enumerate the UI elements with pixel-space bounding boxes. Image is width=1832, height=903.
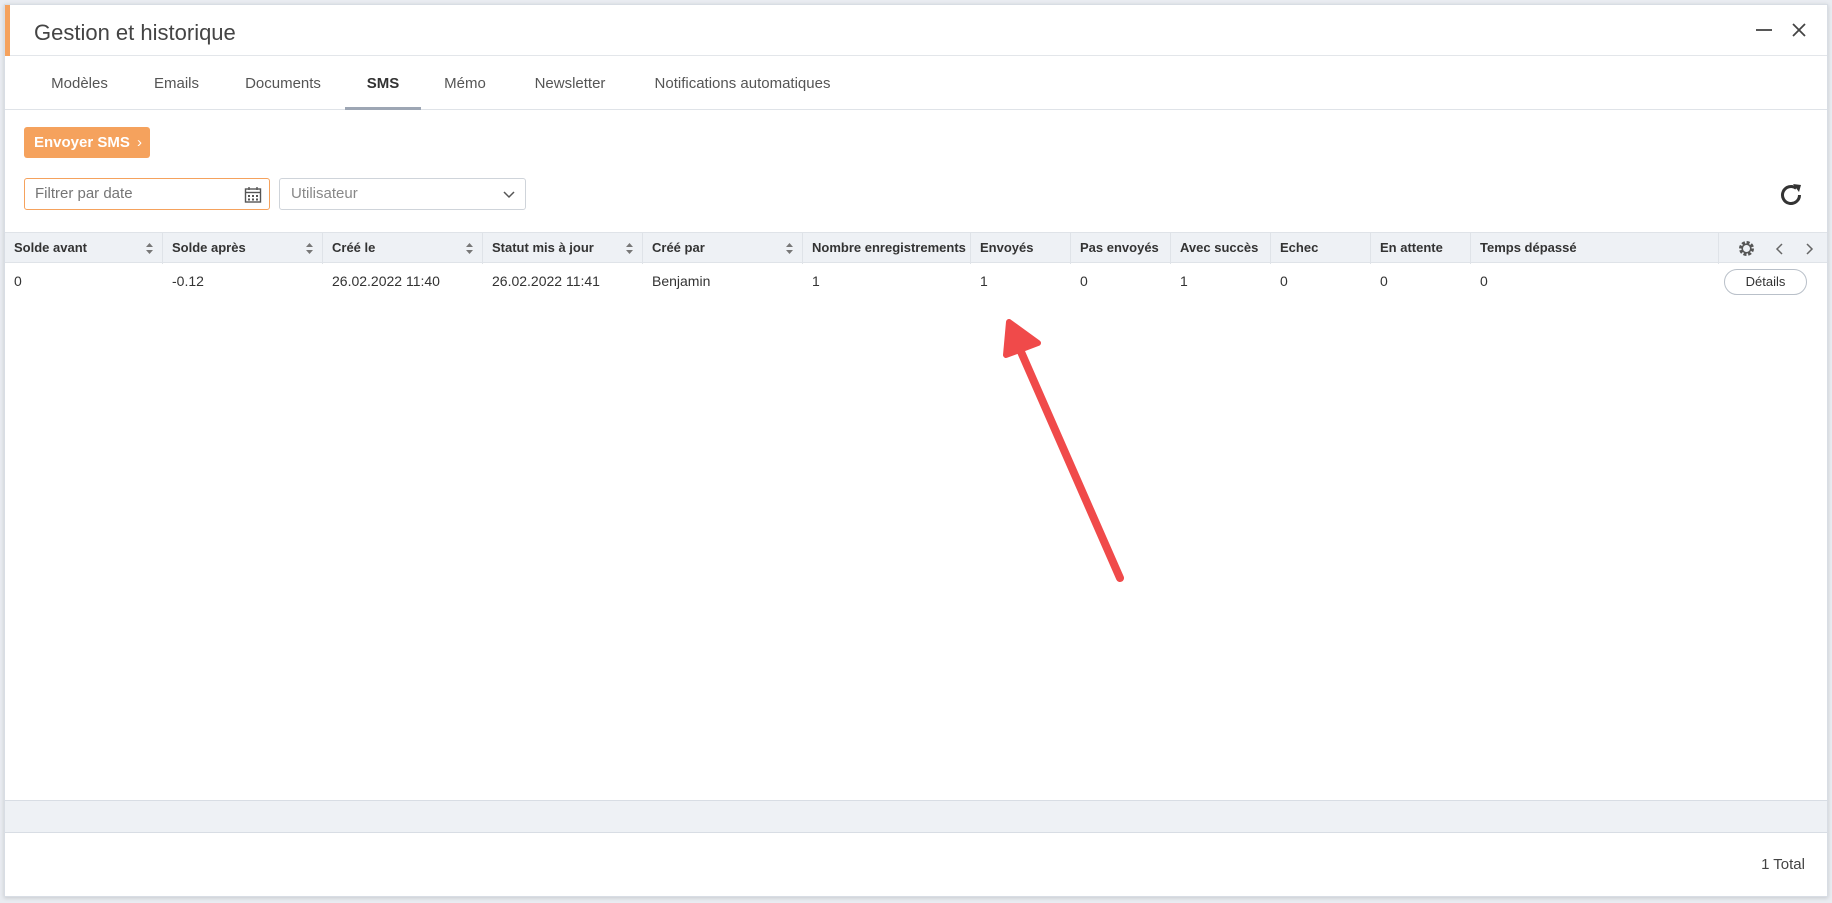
column-header: Nombre enregistrements	[803, 233, 971, 264]
user-select[interactable]: Utilisateur	[279, 178, 526, 210]
table-cell: Benjamin	[652, 273, 711, 289]
column-header[interactable]: Solde avant	[5, 233, 163, 264]
send-sms-button[interactable]: Envoyer SMS ›	[24, 127, 150, 158]
tab-sms[interactable]: SMS	[345, 57, 421, 110]
table-cell: 0	[1280, 273, 1288, 289]
table-cell: 0	[1080, 273, 1088, 289]
table-tools	[1718, 233, 1827, 264]
tab-newsletter[interactable]: Newsletter	[515, 57, 625, 110]
column-header-label: Créé le	[332, 240, 376, 255]
table-cell: 26.02.2022 11:41	[492, 273, 600, 289]
column-header: Pas envoyés	[1071, 233, 1171, 264]
table-cell: 1	[812, 273, 820, 289]
table-header: Solde avant Solde après Créé le Statut m…	[5, 232, 1827, 264]
tab-documents[interactable]: Documents	[221, 57, 345, 110]
minimize-icon	[1756, 29, 1772, 31]
column-header-label: Solde avant	[14, 240, 87, 255]
total-count: 1 Total	[1761, 856, 1805, 873]
table-footer-bar	[5, 800, 1827, 833]
refresh-icon[interactable]	[1777, 181, 1805, 209]
column-header: Echec	[1271, 233, 1371, 264]
gestion-window: Gestion et historique Modèles Emails Doc…	[4, 4, 1828, 897]
user-select-value: Utilisateur	[291, 185, 358, 202]
send-sms-label: Envoyer SMS	[34, 134, 130, 151]
close-button[interactable]	[1788, 19, 1810, 41]
column-header-label: Solde après	[172, 240, 246, 255]
title-bar: Gestion et historique	[5, 5, 1827, 56]
tab-modeles[interactable]: Modèles	[27, 57, 132, 110]
chevron-left-icon[interactable]	[1774, 242, 1786, 256]
sort-icon[interactable]	[145, 242, 154, 255]
tab-bar: Modèles Emails Documents SMS Mémo Newsle…	[5, 57, 1827, 110]
gear-icon[interactable]	[1737, 239, 1756, 258]
column-header[interactable]: Créé le	[323, 233, 483, 264]
column-header: En attente	[1371, 233, 1471, 264]
chevron-down-icon	[503, 191, 515, 199]
sort-icon[interactable]	[785, 242, 794, 255]
column-header[interactable]: Créé par	[643, 233, 803, 264]
column-header[interactable]: Statut mis à jour	[483, 233, 643, 264]
column-header: Envoyés	[971, 233, 1071, 264]
table-cell: 0	[14, 273, 22, 289]
window-title: Gestion et historique	[34, 20, 236, 45]
column-header-label: Créé par	[652, 240, 705, 255]
table-cell: 1	[980, 273, 988, 289]
column-header[interactable]: Solde après	[163, 233, 323, 264]
title-accent-bar	[5, 5, 10, 56]
details-button[interactable]: Détails	[1724, 269, 1807, 295]
close-icon	[1792, 23, 1806, 37]
column-header: Temps dépassé	[1480, 240, 1577, 255]
table-cell: 1	[1180, 273, 1188, 289]
chevron-right-icon[interactable]	[1803, 242, 1815, 256]
tab-memo[interactable]: Mémo	[425, 57, 505, 110]
sort-icon[interactable]	[465, 242, 474, 255]
tab-emails[interactable]: Emails	[136, 57, 217, 110]
sort-icon[interactable]	[305, 242, 314, 255]
tab-notifications-automatiques[interactable]: Notifications automatiques	[635, 57, 850, 110]
chevron-right-icon: ›	[137, 134, 142, 151]
calendar-icon[interactable]	[244, 186, 262, 204]
minimize-button[interactable]	[1753, 19, 1775, 41]
date-filter-field[interactable]	[24, 178, 270, 210]
table-cell: 0	[1480, 273, 1488, 289]
column-header-label: Statut mis à jour	[492, 240, 594, 255]
column-header: Avec succès	[1171, 233, 1271, 264]
table-cell: 0	[1380, 273, 1388, 289]
table-row: 0 -0.12 26.02.2022 11:40 26.02.2022 11:4…	[5, 265, 1827, 298]
table-cell: 26.02.2022 11:40	[332, 273, 440, 289]
sort-icon[interactable]	[625, 242, 634, 255]
date-filter-input[interactable]	[35, 185, 235, 202]
table-cell: -0.12	[172, 273, 204, 289]
